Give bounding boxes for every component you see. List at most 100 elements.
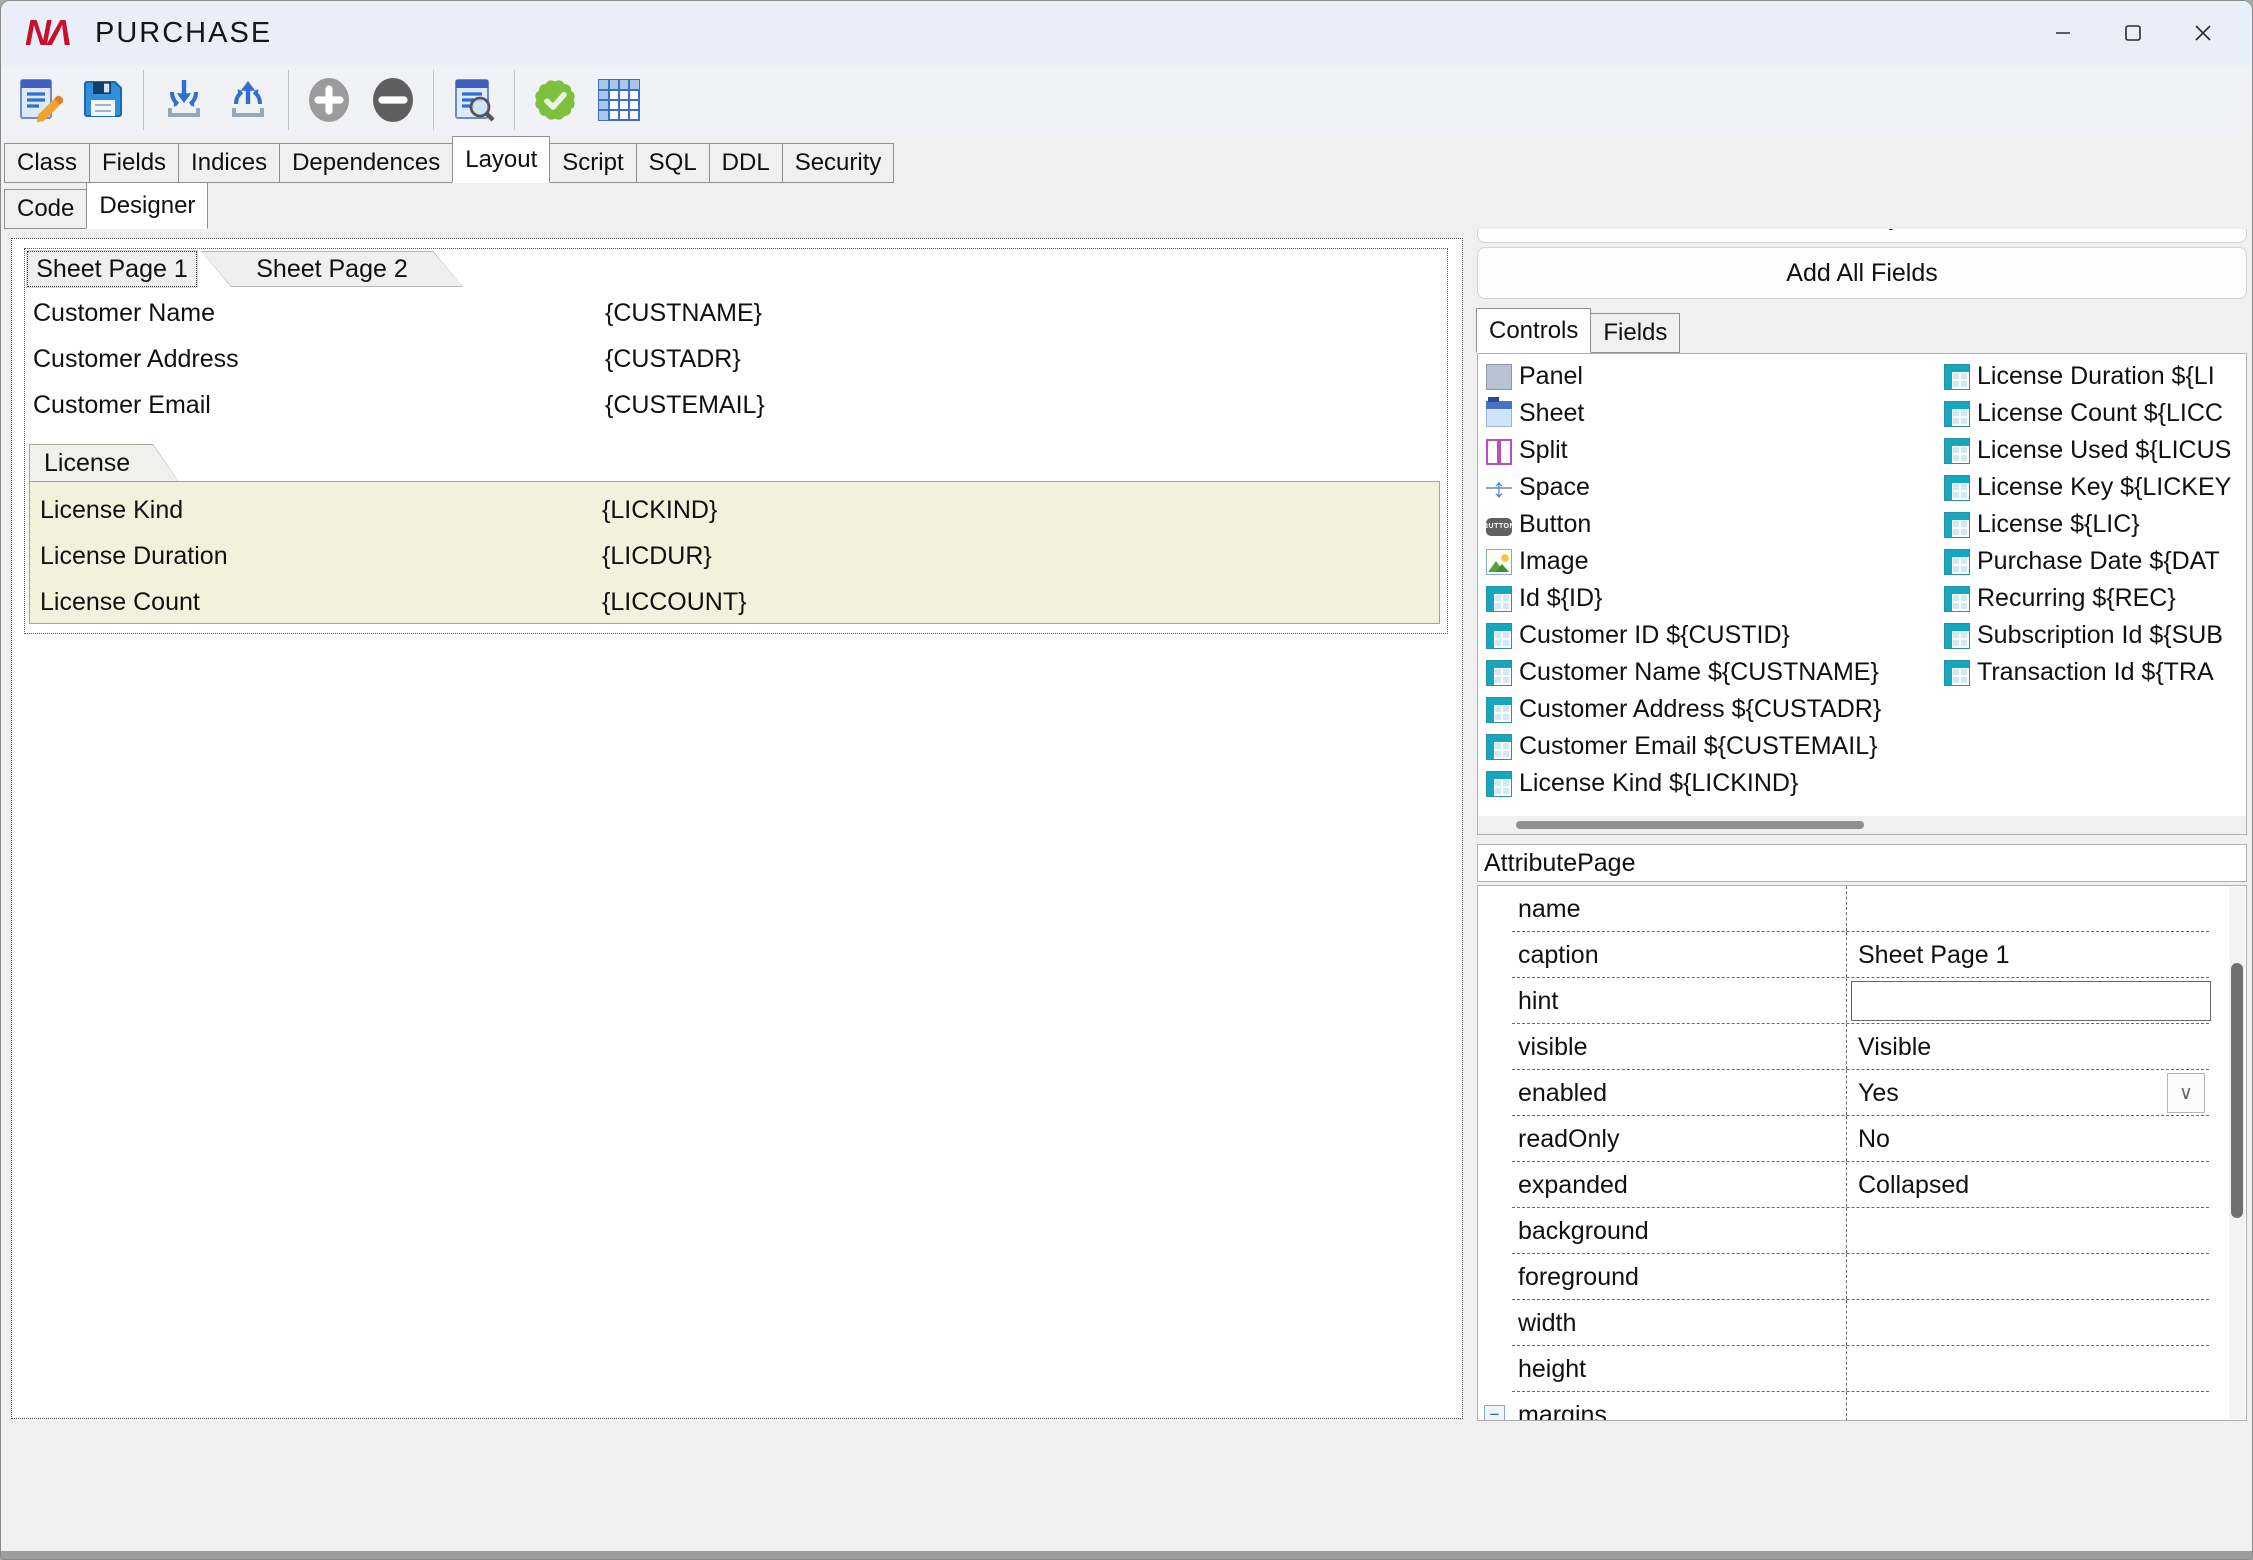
control-list-item[interactable]: Panel xyxy=(1486,358,1936,395)
license-group[interactable]: License License Kind {LICKIND} License D… xyxy=(29,444,1446,624)
main-tab[interactable]: Fields xyxy=(89,143,179,183)
add-all-fields-button[interactable]: Add All Fields xyxy=(1477,247,2247,299)
property-row[interactable]: background xyxy=(1512,1208,2209,1254)
control-icon xyxy=(1486,697,1512,723)
horizontal-scrollbar-thumb[interactable] xyxy=(1516,821,1864,829)
main-tab[interactable]: Script xyxy=(549,143,636,183)
sheet-page-tab-1[interactable]: Sheet Page 1 xyxy=(27,251,197,287)
field-label: License Kind xyxy=(40,496,183,525)
sheet-control[interactable]: Sheet Page 1 Sheet Page 2 Customer Name … xyxy=(24,248,1448,634)
control-list-item[interactable]: Split xyxy=(1486,432,1936,469)
control-list-item[interactable]: Subscription Id ${SUB xyxy=(1944,617,2247,654)
control-list-item[interactable]: License Kind ${LICKIND} xyxy=(1486,765,1936,802)
property-row[interactable]: margins xyxy=(1512,1392,2209,1421)
layout-sub-tab[interactable]: Designer xyxy=(86,182,208,229)
designer-field-row[interactable]: Customer Name {CUSTNAME} xyxy=(33,297,1439,329)
property-row[interactable]: caption Sheet Page 1 xyxy=(1512,932,2209,978)
find-in-document-button[interactable] xyxy=(442,69,506,131)
palette-tab-bar: ControlsFields xyxy=(1477,308,1680,353)
control-label: Panel xyxy=(1519,362,1583,391)
minimize-button[interactable] xyxy=(2028,8,2098,58)
add-button[interactable] xyxy=(297,69,361,131)
table-button[interactable] xyxy=(587,69,651,131)
control-list-item[interactable]: Button xyxy=(1486,506,1936,543)
property-row[interactable]: height xyxy=(1512,1346,2209,1392)
control-label: License Used ${LICUS xyxy=(1977,436,2231,465)
control-list-item[interactable]: Sheet xyxy=(1486,395,1936,432)
app-logo-icon: NΛ xyxy=(25,12,69,54)
property-gutter xyxy=(1482,1300,1512,1346)
validate-button[interactable] xyxy=(523,69,587,131)
property-value[interactable]: No xyxy=(1858,1116,1890,1162)
control-list-item[interactable]: License Key ${LICKEY xyxy=(1944,469,2247,506)
palette-tab[interactable]: Fields xyxy=(1590,313,1680,353)
horizontal-scrollbar[interactable] xyxy=(1478,816,2246,834)
control-list-item[interactable]: Space xyxy=(1486,469,1936,506)
vertical-scrollbar-thumb[interactable] xyxy=(2231,963,2243,1218)
save-icon xyxy=(79,76,127,124)
control-list-item[interactable]: Customer Address ${CUSTADR} xyxy=(1486,691,1936,728)
designer-field-row[interactable]: Customer Email {CUSTEMAIL} xyxy=(33,389,1439,421)
property-row[interactable]: readOnly No xyxy=(1512,1116,2209,1162)
field-placeholder: {LICKIND} xyxy=(602,496,717,525)
control-label: Customer ID ${CUSTID} xyxy=(1519,621,1790,650)
import-button[interactable] xyxy=(152,69,216,131)
control-list-item[interactable]: Image xyxy=(1486,543,1936,580)
property-row[interactable]: enabled Yes xyxy=(1512,1070,2209,1116)
layout-sub-tab[interactable]: Code xyxy=(4,189,87,229)
property-row[interactable]: hint xyxy=(1512,978,2209,1024)
main-tab[interactable]: Class xyxy=(4,143,90,183)
control-list-item[interactable]: Customer Email ${CUSTEMAIL} xyxy=(1486,728,1936,765)
property-row[interactable]: width xyxy=(1512,1300,2209,1346)
control-icon xyxy=(1486,734,1512,760)
property-name: height xyxy=(1518,1346,1586,1392)
control-label: Recurring ${REC} xyxy=(1977,584,2176,613)
designer-canvas[interactable]: Sheet Page 1 Sheet Page 2 Customer Name … xyxy=(11,238,1463,1419)
property-value[interactable]: Collapsed xyxy=(1858,1162,1969,1208)
main-tab[interactable]: DDL xyxy=(709,143,783,183)
property-row[interactable]: expanded Collapsed xyxy=(1512,1162,2209,1208)
designer-field-row[interactable]: License Kind {LICKIND} xyxy=(40,494,1431,526)
window-controls xyxy=(2028,1,2238,65)
control-list-item[interactable]: Recurring ${REC} xyxy=(1944,580,2247,617)
maximize-button[interactable] xyxy=(2098,8,2168,58)
designer-field-row[interactable]: Customer Address {CUSTADR} xyxy=(33,343,1439,375)
license-group-tab[interactable]: License xyxy=(29,444,179,482)
hint-input[interactable] xyxy=(1851,981,2211,1021)
property-value[interactable]: Yes xyxy=(1858,1070,1899,1116)
save-button[interactable] xyxy=(71,69,135,131)
control-list-item[interactable]: Id ${ID} xyxy=(1486,580,1936,617)
property-row[interactable]: name xyxy=(1512,886,2209,932)
property-gutter xyxy=(1482,1254,1512,1300)
vertical-scrollbar[interactable] xyxy=(2229,887,2245,1419)
remove-button[interactable] xyxy=(361,69,425,131)
control-list-item[interactable]: License Used ${LICUS xyxy=(1944,432,2247,469)
control-list-item[interactable]: License Count ${LICC xyxy=(1944,395,2247,432)
property-row[interactable]: foreground xyxy=(1512,1254,2209,1300)
main-tab[interactable]: SQL xyxy=(636,143,710,183)
designer-field-row[interactable]: License Count {LICCOUNT} xyxy=(40,586,1431,618)
main-tab[interactable]: Indices xyxy=(178,143,280,183)
dropdown-button[interactable] xyxy=(2167,1073,2205,1113)
main-tab[interactable]: Layout xyxy=(452,136,550,183)
designer-field-row[interactable]: License Duration {LICDUR} xyxy=(40,540,1431,572)
palette-tab[interactable]: Controls xyxy=(1476,308,1591,353)
edit-note-button[interactable] xyxy=(7,69,71,131)
control-list-item[interactable]: License Duration ${LI xyxy=(1944,358,2247,395)
property-value[interactable]: Sheet Page 1 xyxy=(1858,932,2010,978)
export-button[interactable] xyxy=(216,69,280,131)
property-value[interactable]: Visible xyxy=(1858,1024,1931,1070)
control-list-item[interactable]: Customer ID ${CUSTID} xyxy=(1486,617,1936,654)
control-list-item[interactable]: Transaction Id ${TRA xyxy=(1944,654,2247,691)
control-list-item[interactable]: License ${LIC} xyxy=(1944,506,2247,543)
property-row[interactable]: visible Visible xyxy=(1512,1024,2209,1070)
control-list-item[interactable]: Customer Name ${CUSTNAME} xyxy=(1486,654,1936,691)
control-list-item[interactable]: Purchase Date ${DAT xyxy=(1944,543,2247,580)
sheet-page-tab-2[interactable]: Sheet Page 2 xyxy=(201,251,463,287)
validate-icon xyxy=(531,76,579,124)
main-tab[interactable]: Dependences xyxy=(279,143,453,183)
close-button[interactable] xyxy=(2168,8,2238,58)
maximize-icon xyxy=(2121,21,2145,45)
add-icon xyxy=(305,76,353,124)
main-tab[interactable]: Security xyxy=(782,143,895,183)
